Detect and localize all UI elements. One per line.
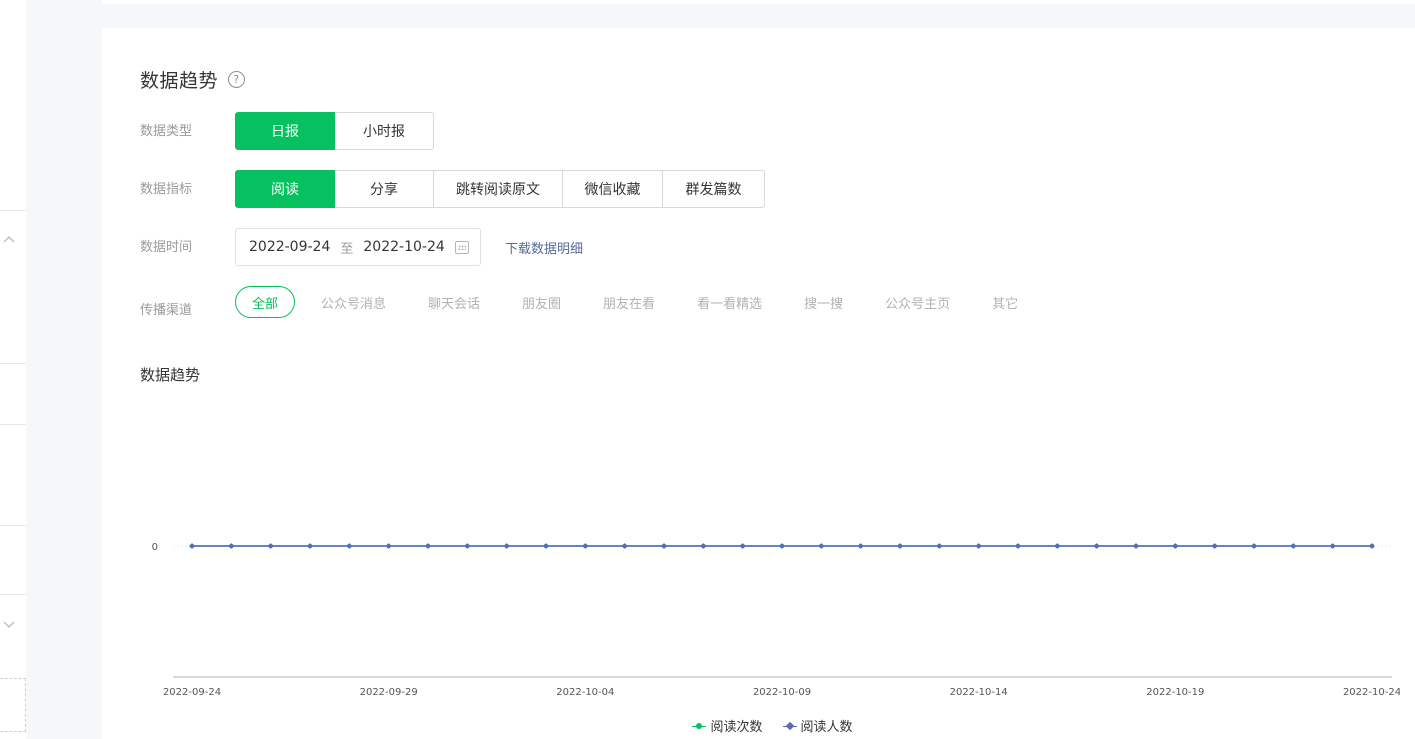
data-point-read-users [897, 543, 903, 549]
metric-read-original-button[interactable]: 跳转阅读原文 [433, 170, 563, 208]
date-end: 2022-10-24 [363, 239, 445, 255]
x-tick-label: 2022-10-24 [1343, 687, 1400, 698]
sidebar-divider [0, 525, 26, 526]
calendar-icon [455, 241, 469, 254]
data-point-read-users [503, 543, 510, 549]
data-point-read-users [1172, 543, 1179, 549]
legend-swatch-diamond-icon [782, 721, 797, 731]
data-metric-group: 阅读 分享 跳转阅读原文 微信收藏 群发篇数 [235, 170, 765, 208]
legend-swatch-circle-icon [692, 721, 707, 731]
top-card [102, 0, 1415, 4]
x-tick-label: 2022-09-29 [360, 687, 418, 698]
channel-account-home[interactable]: 公众号主页 [885, 293, 950, 312]
metric-mass-send-button[interactable]: 群发篇数 [662, 170, 765, 208]
data-metric-label: 数据指标 [140, 182, 193, 197]
data-point-read-users [1369, 543, 1375, 549]
date-range-picker[interactable]: 2022-09-24 至 2022-10-24 [235, 228, 481, 266]
metric-share-button[interactable]: 分享 [334, 170, 434, 208]
x-tick-label: 2022-09-24 [163, 687, 221, 698]
data-point-read-users [1329, 543, 1336, 549]
date-start: 2022-09-24 [249, 239, 331, 255]
data-point-read-users [779, 543, 785, 549]
data-point-read-users [661, 543, 667, 549]
sidebar-divider [0, 363, 26, 364]
data-point-read-users [1054, 543, 1061, 549]
data-type-hourly-button[interactable]: 小时报 [334, 112, 434, 150]
metric-favorite-button[interactable]: 微信收藏 [562, 170, 663, 208]
metric-read-button[interactable]: 阅读 [235, 170, 335, 208]
channel-moments[interactable]: 朋友圈 [522, 293, 561, 312]
data-point-read-users [1290, 543, 1297, 549]
data-point-read-users [582, 543, 589, 549]
data-point-read-users [307, 543, 313, 549]
data-type-group: 日报 小时报 [235, 112, 434, 150]
chevron-down-icon[interactable] [2, 617, 16, 631]
help-icon[interactable]: ? [228, 71, 246, 88]
left-sidebar [0, 0, 26, 739]
trend-chart: 0 2022-09-24 2022-09-29 2022-10-04 2022-10-0… [152, 542, 1400, 698]
x-tick-label: 2022-10-19 [1146, 687, 1204, 698]
data-point-read-users [464, 543, 471, 549]
channel-account-message[interactable]: 公众号消息 [321, 293, 386, 312]
data-point-read-users [267, 543, 274, 549]
legend-label: 阅读次数 [710, 720, 763, 735]
data-point-read-users [543, 543, 549, 549]
sidebar-divider [0, 210, 26, 211]
data-point-read-users [1133, 543, 1139, 549]
data-point-read-users [621, 543, 628, 549]
data-time-label: 数据时间 [140, 240, 193, 255]
data-point-read-users [739, 543, 746, 549]
sidebar-divider [0, 424, 26, 425]
data-point-read-users [700, 543, 707, 549]
data-point-read-users [189, 543, 195, 549]
channel-all[interactable]: 全部 [235, 286, 295, 318]
data-point-read-users [385, 543, 392, 549]
data-type-label: 数据类型 [140, 124, 193, 139]
x-tick-label: 2022-10-14 [950, 687, 1008, 698]
data-point-read-users [857, 543, 864, 549]
data-type-daily-button[interactable]: 日报 [235, 112, 335, 150]
channel-other[interactable]: 其它 [992, 293, 1018, 312]
chevron-up-icon[interactable] [2, 233, 16, 247]
section-title: 数据趋势 ? [140, 66, 246, 93]
data-point-read-users [346, 543, 353, 549]
channel-search[interactable]: 搜一搜 [804, 293, 843, 312]
data-point-read-users [975, 543, 982, 549]
sidebar-divider [0, 594, 26, 595]
channel-label: 传播渠道 [140, 303, 193, 318]
x-tick-label: 2022-10-09 [753, 687, 811, 698]
data-point-read-users [1015, 543, 1021, 549]
data-point-read-users [228, 543, 235, 549]
channel-top-stories[interactable]: 看一看精选 [697, 293, 762, 312]
x-tick-label: 2022-10-04 [556, 687, 614, 698]
channel-friends-watching[interactable]: 朋友在看 [603, 293, 655, 312]
y-tick-label: 0 [152, 542, 158, 553]
date-separator: 至 [340, 241, 354, 257]
data-point-read-users [425, 543, 431, 549]
chart-title: 数据趋势 [140, 366, 201, 384]
data-point-read-users [936, 543, 943, 549]
legend-item-read-users[interactable]: 阅读人数 [782, 716, 853, 735]
data-point-read-users [818, 543, 825, 549]
legend-item-read-count[interactable]: 阅读次数 [692, 716, 763, 735]
section-title-text: 数据趋势 [140, 70, 219, 92]
data-point-read-users [1251, 543, 1257, 549]
data-point-read-users [1093, 543, 1100, 549]
channel-chat[interactable]: 聊天会话 [428, 293, 480, 312]
legend-label: 阅读人数 [800, 720, 853, 735]
data-point-read-users [1211, 543, 1218, 549]
download-data-link[interactable]: 下载数据明细 [505, 238, 583, 257]
channel-tabs: 全部 公众号消息 聊天会话 朋友圈 朋友在看 看一看精选 搜一搜 公众号主页 其… [235, 286, 1060, 318]
chart-legend: 阅读次数 阅读人数 [0, 716, 1415, 735]
